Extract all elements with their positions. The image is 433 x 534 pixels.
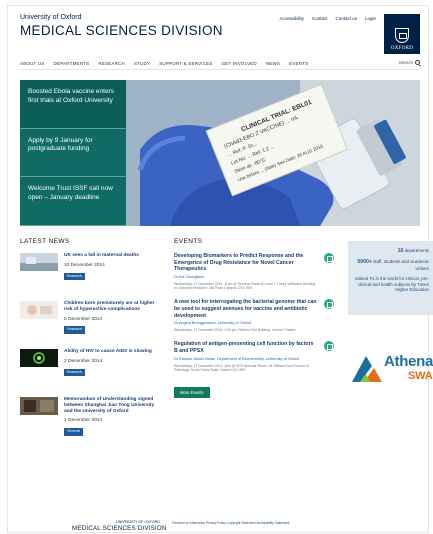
nav-item-get-involved[interactable]: GET INVOLVED <box>222 61 257 66</box>
nav-item-departments[interactable]: DEPARTMENTS <box>54 61 90 66</box>
footer-links[interactable]: Freedom of Information Privacy Policy Co… <box>172 521 289 525</box>
nav-item-news[interactable]: NEWS <box>266 61 280 66</box>
news-title[interactable]: Ability of HIV to cause AIDS is slowing <box>64 349 152 355</box>
site-footer: UNIVERSITY OF OXFORD MEDICAL SCIENCES DI… <box>20 520 420 532</box>
stat-value: 16 <box>397 248 404 254</box>
feature-item-ebola[interactable]: Boosted Ebola vaccine enters first trial… <box>20 80 126 129</box>
news-thumbnail[interactable] <box>20 397 58 415</box>
news-title[interactable]: Children born prematurely are at higher … <box>64 301 160 313</box>
news-date: 1 December 2014 <box>64 418 103 424</box>
stat-ranking: ranked #1 in the world for clinical, pre… <box>353 276 429 292</box>
news-thumbnail[interactable] <box>20 301 58 319</box>
event-details: Wednesday, 17 December 2014, 1:00 pm, Ri… <box>174 328 296 333</box>
utility-link-accessibility[interactable]: Accessibility <box>279 16 304 21</box>
crest-text: OXFORD <box>390 46 414 51</box>
more-events-button[interactable]: More Events <box>174 387 210 399</box>
feature-panel: Boosted Ebola vaccine enters first trial… <box>20 80 126 226</box>
site-header: University of Oxford MEDICAL SCIENCES DI… <box>20 14 420 54</box>
stat-value: 5000+ <box>357 259 372 266</box>
stats-panel: 16 departments 5000+ staff, students and… <box>348 241 433 315</box>
news-tag[interactable]: Research <box>64 368 86 377</box>
nav-item-about-us[interactable]: ABOUT US <box>20 61 45 66</box>
oxford-crest-logo[interactable]: OXFORD <box>384 14 420 54</box>
event-title[interactable]: A new tool for interrogating the bacteri… <box>174 299 318 319</box>
calendar-icon[interactable] <box>324 299 334 310</box>
news-date: 5 December 2014 <box>64 316 103 322</box>
event-speaker: Dr Ricardo Nunes Botas, Department of Bi… <box>174 356 300 361</box>
nav-item-events[interactable]: EVENTS <box>289 61 308 66</box>
search-label: Search <box>398 60 413 65</box>
stat-staff: 5000+ staff, students and academic visit… <box>353 259 429 271</box>
calendar-icon[interactable] <box>324 253 334 263</box>
event-details: Wednesday, 17 December 2014, 11am @ Semi… <box>174 281 316 291</box>
division-title[interactable]: MEDICAL SCIENCES DIVISION <box>20 23 223 38</box>
search-control[interactable]: Search <box>399 60 420 65</box>
search-icon[interactable] <box>415 60 420 65</box>
news-thumbnail[interactable] <box>20 349 58 367</box>
feature-item-issf[interactable]: Welcome Trust ISSF call now open – Janua… <box>20 177 126 226</box>
utility-link-contact-us[interactable]: Contact us <box>335 16 357 21</box>
event-title[interactable]: Developing Biomarkers to Predict Respons… <box>174 253 318 273</box>
event-speaker: Dr Ina Chongkam <box>174 274 204 279</box>
event-item[interactable]: Developing Biomarkers to Predict Respons… <box>174 253 334 290</box>
event-item[interactable]: A new tool for interrogating the bacteri… <box>174 299 334 332</box>
footer-university: UNIVERSITY OF OXFORD <box>116 520 160 524</box>
athena-word: Athena <box>384 353 433 370</box>
event-speaker: Dr Angela Brueggemann, University of Oxf… <box>174 321 252 326</box>
calendar-icon[interactable] <box>324 341 334 352</box>
news-tag[interactable]: Research <box>64 326 86 335</box>
athena-swan-logo[interactable]: Athena SWAN <box>350 350 433 386</box>
feature-item-postgraduate[interactable]: Apply by 9 January for postgraduate fund… <box>20 128 126 178</box>
events: EVENTS Developing Biomarkers to Predict … <box>174 238 334 399</box>
stat-label: departments <box>404 248 429 253</box>
stat-departments: 16 departments <box>353 248 429 254</box>
utility-link-contact[interactable]: Contact <box>312 16 328 21</box>
hero-banner: CLINICAL TRIAL: EBL01 (ChAd3-EBO Z VACCI… <box>20 80 420 226</box>
university-name[interactable]: University of Oxford <box>20 14 81 21</box>
news-item[interactable]: UK sees a fall in maternal deaths 10 Dec… <box>20 253 160 297</box>
events-heading: EVENTS <box>174 238 203 245</box>
utility-link-login[interactable]: Login <box>365 16 376 21</box>
news-tag[interactable]: Research <box>64 272 86 281</box>
stat-label: ranked #1 in the world for clinical, pre… <box>354 276 429 293</box>
news-date: 2 December 2014 <box>64 358 103 364</box>
news-heading: LATEST NEWS <box>20 238 70 245</box>
utility-links: Accessibility Contact Contact us Login <box>279 16 376 21</box>
event-item[interactable]: Regulation of antigen-presenting cell fu… <box>174 341 334 372</box>
page: University of Oxford MEDICAL SCIENCES DI… <box>8 6 433 532</box>
stat-label: staff, students and academic visitors <box>373 259 429 271</box>
crest-shield-icon <box>395 28 409 43</box>
athena-swan-mark-icon <box>352 356 382 382</box>
news-title[interactable]: Memorandum of Understanding signed betwe… <box>64 397 160 414</box>
news-thumbnail[interactable] <box>20 253 58 271</box>
event-title[interactable]: Regulation of antigen-presenting cell fu… <box>174 341 318 354</box>
news-date: 10 December 2014 <box>64 262 105 268</box>
news-tag[interactable]: General <box>64 428 83 436</box>
swan-word: SWAN <box>408 370 433 382</box>
news-item[interactable]: Children born prematurely are at higher … <box>20 301 160 345</box>
nav-item-research[interactable]: RESEARCH <box>98 61 125 66</box>
nav-item-study[interactable]: STUDY <box>134 61 150 66</box>
news-title[interactable]: UK sees a fall in maternal deaths <box>64 253 139 259</box>
footer-division: MEDICAL SCIENCES DIVISION <box>72 525 167 532</box>
news-item[interactable]: Memorandum of Understanding signed betwe… <box>20 397 160 441</box>
news-item[interactable]: Ability of HIV to cause AIDS is slowing … <box>20 349 160 393</box>
nav-item-support-services[interactable]: SUPPORT & SERVICES <box>159 61 212 66</box>
main-nav: ABOUT US DEPARTMENTS RESEARCH STUDY SUPP… <box>20 58 420 70</box>
event-details: Wednesday, 17 December 2014, 2pm @ SPH S… <box>174 363 309 372</box>
latest-news: LATEST NEWS UK sees a fall in maternal d… <box>20 238 160 445</box>
